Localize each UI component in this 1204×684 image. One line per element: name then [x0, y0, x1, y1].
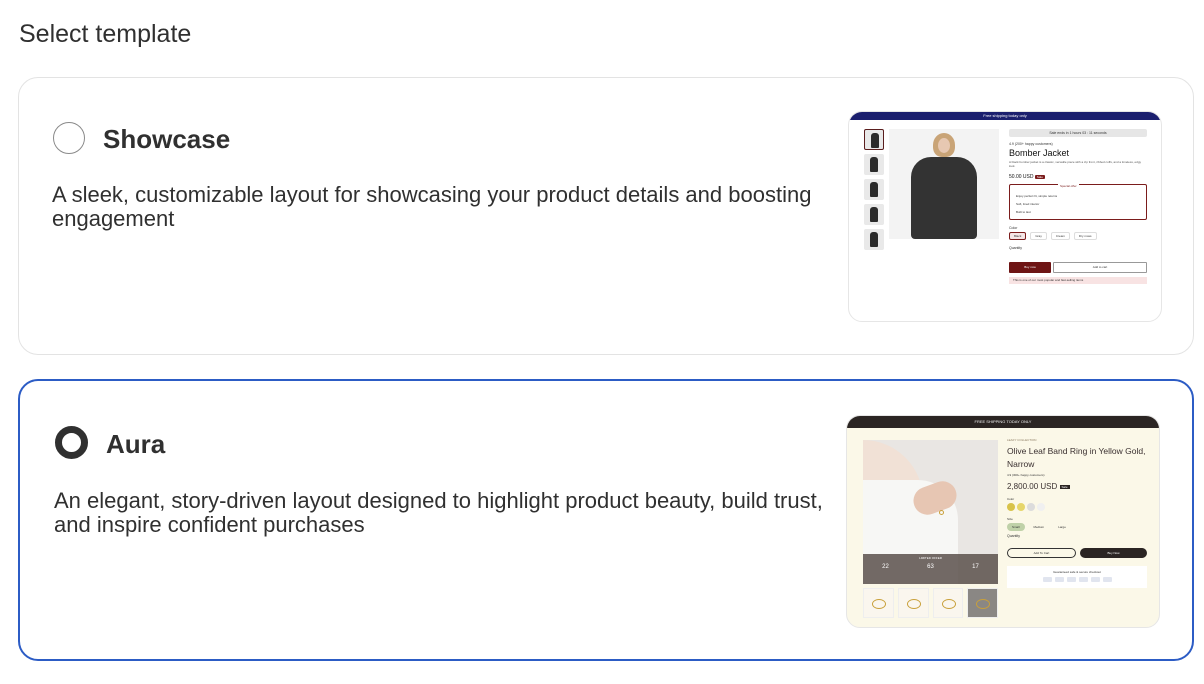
preview-swatch	[1007, 503, 1015, 511]
preview-quantity-label: Quantity	[1007, 534, 1021, 538]
preview-buttons: Add To Cart Buy Now	[1007, 548, 1147, 558]
preview-offer-line: Enjoy perfect fit, simple returns	[1016, 194, 1058, 198]
preview-countdown-value: 17	[972, 564, 979, 570]
preview-timer: Sale ends in 1 hours 03 : 11 seconds	[1009, 129, 1147, 137]
preview-countdown-value: 63	[927, 564, 934, 570]
template-description-showcase: A sleek, customizable layout for showcas…	[52, 182, 812, 231]
preview-swatch	[1037, 503, 1045, 511]
preview-note: This is one of our most popular and fast…	[1009, 277, 1147, 284]
template-card-aura[interactable]: Aura An elegant, story-driven layout des…	[18, 379, 1194, 661]
preview-payment-icons	[1007, 577, 1147, 582]
preview-countdown: LIMITED OFFER 22 63 17	[863, 554, 998, 584]
preview-size-label: Size	[1007, 517, 1013, 521]
preview-product-desc: A black bomber jacket is a classic, vers…	[1009, 160, 1142, 168]
preview-offer-line: Built to last	[1016, 210, 1031, 214]
preview-swatch	[1027, 503, 1035, 511]
preview-thumbnail	[864, 229, 884, 250]
preview-price: 50.00 USD Sale	[1009, 174, 1147, 180]
preview-product-name: Olive Leaf Band Ring in Yellow Gold, Nar…	[1007, 446, 1146, 469]
preview-color-chip: Dry moss	[1073, 232, 1097, 240]
preview-sizes: Small Medium Large	[1007, 523, 1147, 531]
preview-add-to-cart: Add to cart	[1053, 262, 1147, 273]
preview-color-chip: Black	[1009, 232, 1027, 240]
preview-thumbnail	[864, 154, 884, 175]
preview-product-photo	[889, 129, 999, 239]
preview-color-label: Color	[1007, 497, 1015, 501]
preview-countdown-caption: LIMITED OFFER	[919, 556, 942, 560]
preview-thumbnail	[967, 588, 998, 618]
template-card-showcase[interactable]: Showcase A sleek, customizable layout fo…	[18, 77, 1194, 355]
preview-product-name: Bomber Jacket	[1009, 148, 1070, 158]
template-name-aura: Aura	[106, 429, 166, 459]
radio-aura[interactable]	[55, 426, 88, 459]
preview-banner: Free shipping today only	[849, 112, 1161, 120]
preview-thumbnail	[897, 588, 929, 618]
preview-quantity-label: Quantity	[1009, 246, 1023, 250]
preview-thumbnails	[863, 588, 998, 618]
preview-color-chip: Gray	[1030, 232, 1047, 240]
preview-buy-now: Buy Now	[1080, 548, 1147, 558]
preview-collection: LEAFY COLLECTION	[1007, 438, 1037, 442]
aura-preview-image: FREE SHIPPING TODAY ONLY LIMITED OFFER 2…	[846, 415, 1160, 628]
preview-guarantee-text: Guaranteed safe & secure checkout	[1053, 570, 1101, 574]
preview-color-swatches	[1007, 503, 1147, 511]
preview-rating: 4.9 (300+ happy customers)	[1007, 473, 1045, 477]
preview-buy-now: Buy now	[1009, 262, 1051, 273]
preview-color-chip: Cream	[1050, 232, 1070, 240]
preview-guarantee: Guaranteed safe & secure checkout	[1007, 566, 1147, 588]
preview-price-value: 50.00 USD	[1009, 174, 1034, 180]
preview-countdown-value: 22	[882, 564, 889, 570]
template-name-showcase: Showcase	[103, 124, 231, 154]
preview-banner: FREE SHIPPING TODAY ONLY	[847, 416, 1159, 428]
preview-thumbnail	[932, 588, 964, 618]
preview-price-value: 2,800.00 USD	[1007, 482, 1058, 491]
preview-buttons: Buy now Add to cart	[1009, 262, 1147, 273]
preview-product-photo: LIMITED OFFER 22 63 17	[863, 440, 998, 584]
preview-size: Medium	[1033, 525, 1045, 529]
preview-offer-line: Soft, lined interior	[1016, 202, 1040, 206]
preview-swatch	[1017, 503, 1025, 511]
preview-product-info: LEAFY COLLECTION Olive Leaf Band Ring in…	[1007, 438, 1147, 588]
preview-color-chips: Black Gray Cream Dry moss	[1009, 232, 1147, 240]
radio-showcase[interactable]	[53, 122, 85, 154]
preview-offer-label: Special offer	[1058, 182, 1079, 190]
template-description-aura: An elegant, story-driven layout designed…	[54, 488, 823, 537]
preview-sale-badge: Sale	[1059, 484, 1070, 489]
preview-sale-badge: Sale	[1034, 175, 1045, 179]
preview-thumbnail	[863, 588, 894, 618]
preview-color-label: Color	[1009, 226, 1018, 230]
page-title: Select template	[19, 20, 192, 48]
preview-size: Small	[1007, 523, 1025, 531]
showcase-preview-image: Free shipping today only Sale ends in 1 …	[848, 111, 1162, 322]
preview-thumbnail	[864, 204, 884, 225]
preview-offer-box: Special offer Enjoy perfect fit, simple …	[1009, 182, 1147, 220]
preview-thumbnails	[864, 129, 884, 254]
preview-price: 2,800.00 USD Sale	[1007, 482, 1147, 491]
preview-product-info: Sale ends in 1 hours 03 : 11 seconds 4.9…	[1009, 129, 1147, 284]
preview-rating: 4.9 (200+ happy customers)	[1009, 142, 1053, 146]
preview-size: Large	[1058, 525, 1066, 529]
preview-add-to-cart: Add To Cart	[1007, 548, 1076, 558]
preview-thumbnail	[864, 179, 884, 200]
preview-thumbnail	[864, 129, 884, 150]
